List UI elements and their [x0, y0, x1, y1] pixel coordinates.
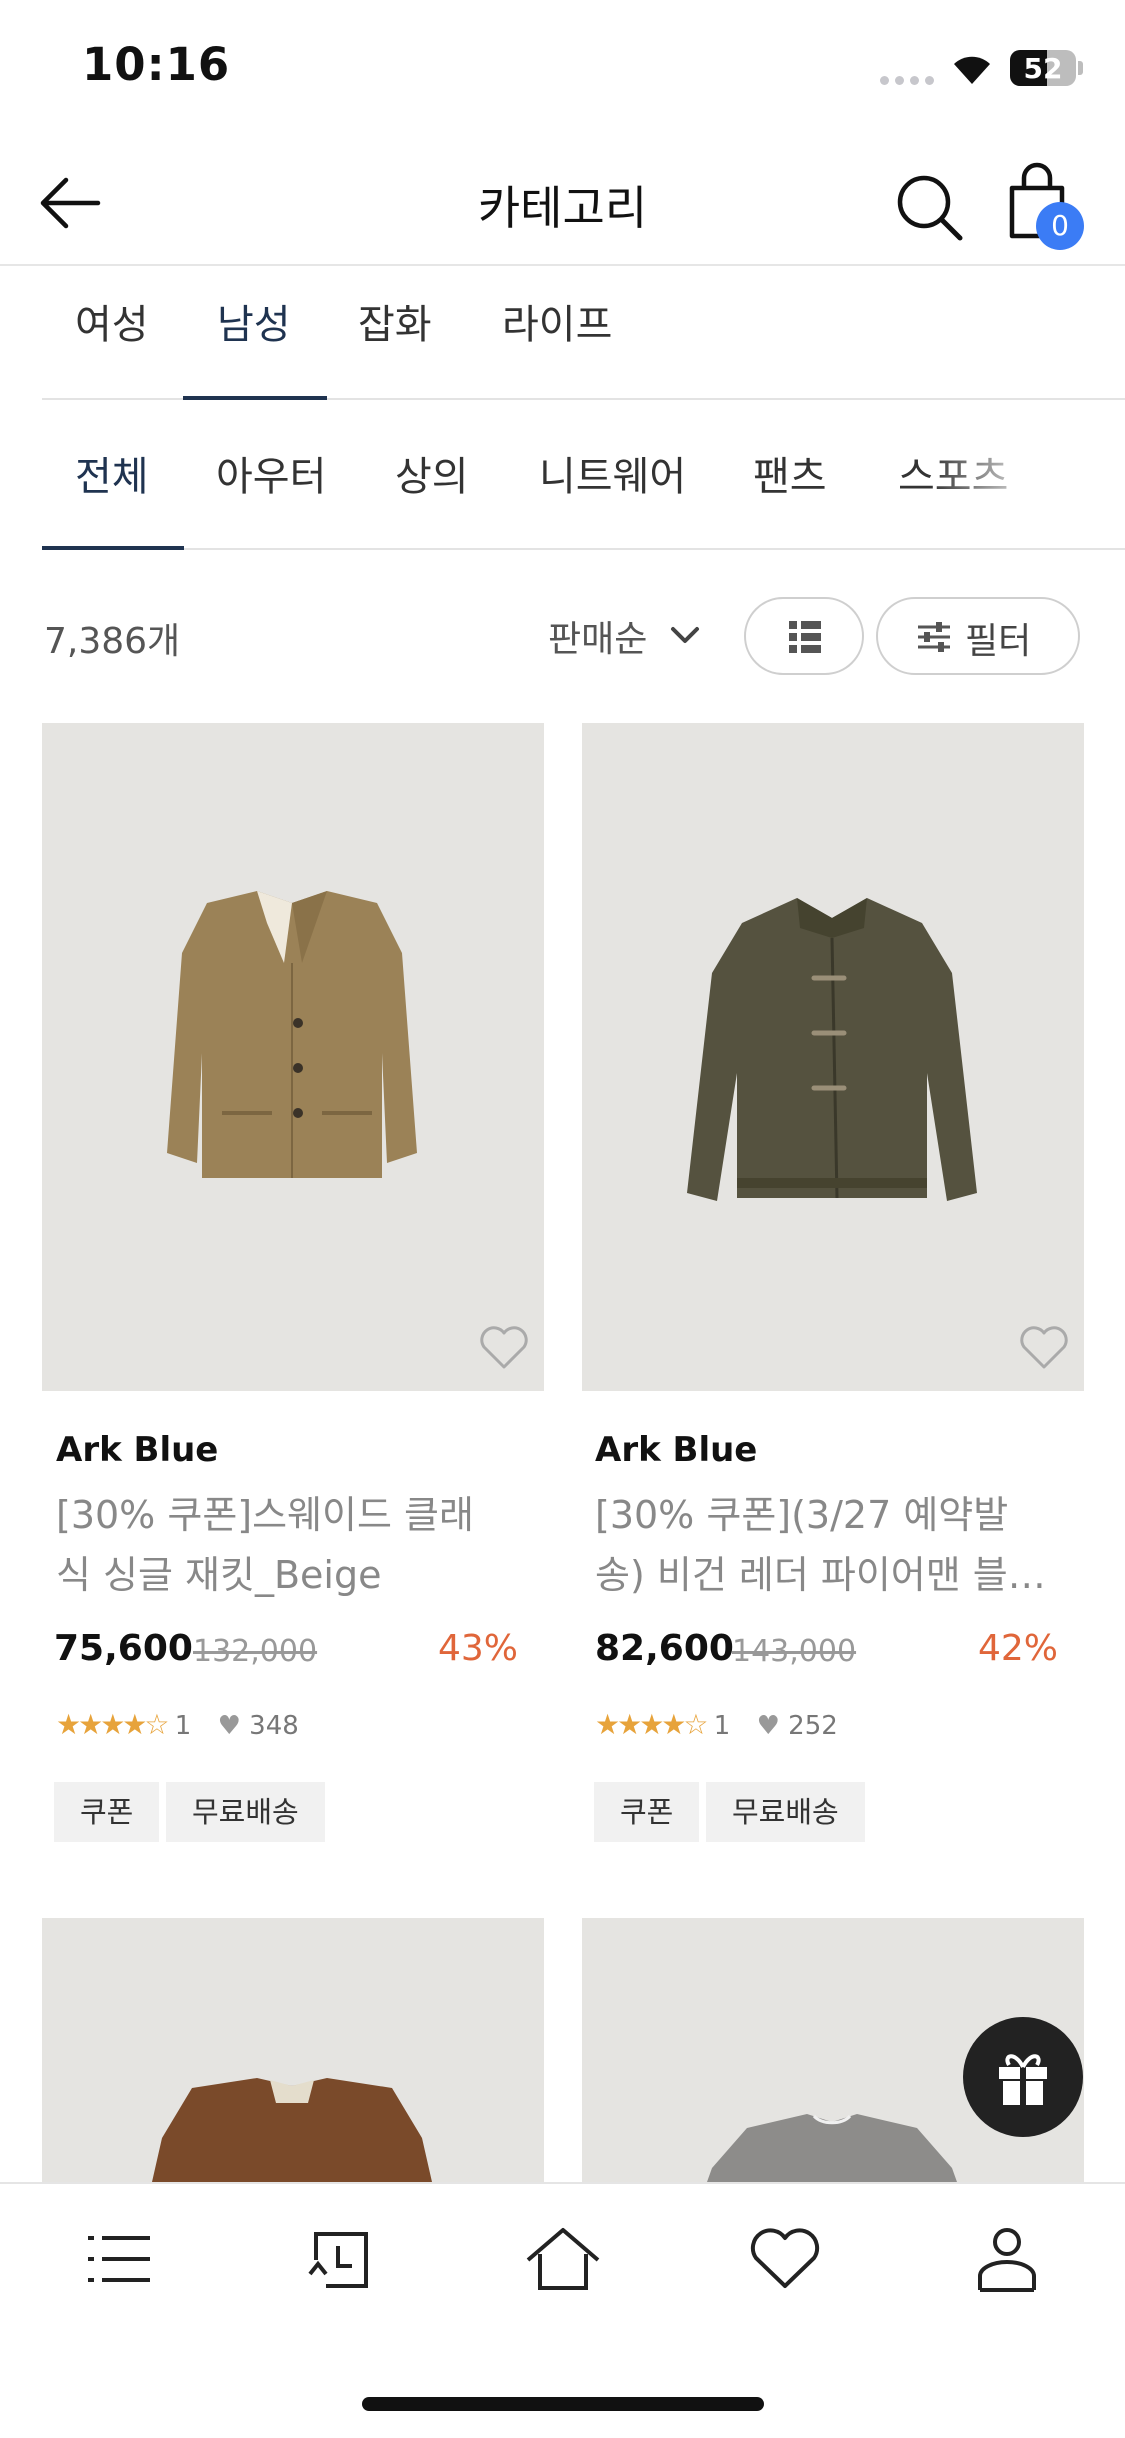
rating-row: ★★★★☆ 1 ♥ 252 [595, 1708, 838, 1741]
review-count: 1 [713, 1711, 731, 1741]
like-count: 348 [249, 1711, 299, 1741]
category-tabs-divider [42, 548, 1125, 550]
beige-suede-blazer-image [167, 891, 417, 1178]
product-count: 7,386개 [44, 621, 181, 662]
wifi-icon [948, 50, 996, 90]
chevron-down-icon [668, 623, 702, 651]
discount-rate: 43% [438, 1628, 519, 1669]
product-name-line: 송) 비건 레더 파이어맨 블… [595, 1553, 1046, 1597]
battery-icon: 52 [1010, 50, 1076, 86]
recent-icon[interactable] [296, 2224, 386, 2294]
menu-icon[interactable] [74, 2224, 164, 2294]
product-price: 75,600 [54, 1628, 193, 1669]
battery-cap [1078, 61, 1083, 75]
category-tab-pants[interactable]: 팬츠 [753, 444, 827, 502]
battery-level: 52 [1023, 52, 1063, 85]
star-rating: ★★★★☆ [56, 1708, 170, 1741]
product-brand: Ark Blue [56, 1430, 219, 1470]
product-name-line: [30% 쿠폰](3/27 예약발 [595, 1493, 1009, 1537]
coupon-tag: 쿠폰 [594, 1782, 700, 1842]
heart-icon[interactable] [740, 2224, 830, 2294]
gift-button[interactable] [963, 2017, 1083, 2137]
status-time: 10:16 [82, 38, 231, 91]
coupon-tag: 쿠폰 [54, 1782, 160, 1842]
product-image[interactable] [42, 723, 544, 1391]
category-tab-knitwear[interactable]: 니트웨어 [539, 444, 686, 502]
product-name-line: 식 싱글 재킷_Beige [56, 1553, 382, 1597]
search-button[interactable] [890, 168, 970, 244]
discount-rate: 42% [978, 1628, 1059, 1669]
category-scroll-fade [930, 430, 1125, 520]
search-icon [897, 175, 963, 241]
tab-women[interactable]: 여성 [75, 292, 149, 350]
product-image[interactable] [582, 723, 1084, 1391]
star-rating: ★★★★☆ [595, 1708, 709, 1741]
view-toggle-button[interactable] [744, 597, 864, 675]
free-shipping-tag: 무료배송 [706, 1782, 865, 1842]
product-name[interactable]: [30% 쿠폰]스웨이드 클래 식 싱글 재킷_Beige [56, 1485, 516, 1605]
review-count: 1 [174, 1711, 192, 1741]
cellular-signal-icon [880, 70, 940, 89]
profile-icon[interactable] [962, 2224, 1052, 2294]
header-divider [0, 264, 1125, 266]
wishlist-heart-icon[interactable] [1016, 1321, 1072, 1373]
product-image[interactable] [42, 1918, 544, 2182]
filter-label: 필터 [965, 621, 1032, 662]
tab-men[interactable]: 남성 [217, 292, 291, 350]
tab-accessories[interactable]: 잡화 [358, 292, 432, 350]
original-price: 143,000 [732, 1634, 857, 1669]
rating-row: ★★★★☆ 1 ♥ 348 [56, 1708, 299, 1741]
wishlist-heart-icon[interactable] [476, 1321, 532, 1373]
gift-icon [999, 2054, 1047, 2105]
free-shipping-tag: 무료배송 [166, 1782, 325, 1842]
brown-suede-jacket-image [152, 2078, 432, 2182]
home-icon[interactable] [518, 2224, 608, 2294]
gender-tab-indicator [183, 396, 327, 400]
category-tab-tops[interactable]: 상의 [395, 444, 469, 502]
like-count: 252 [788, 1711, 838, 1741]
category-tab-outer[interactable]: 아우터 [216, 444, 326, 502]
sliders-icon [918, 622, 950, 652]
home-indicator [362, 2397, 764, 2411]
cart-count-badge: 0 [1036, 202, 1084, 250]
category-tab-indicator [42, 546, 184, 550]
product-name-line: [30% 쿠폰]스웨이드 클래 [56, 1493, 474, 1537]
product-name[interactable]: [30% 쿠폰](3/27 예약발 송) 비건 레더 파이어맨 블… [595, 1485, 1055, 1605]
heart-small-icon: ♥ [756, 1711, 780, 1741]
product-brand: Ark Blue [595, 1430, 758, 1470]
list-view-icon [789, 621, 821, 653]
product-price: 82,600 [595, 1628, 734, 1669]
sort-dropdown[interactable]: 판매순 [548, 610, 647, 662]
olive-fireman-jacket-image [687, 898, 977, 1201]
tab-life[interactable]: 라이프 [502, 292, 612, 350]
original-price: 132,000 [193, 1634, 318, 1669]
heart-small-icon: ♥ [217, 1711, 241, 1741]
category-tab-all[interactable]: 전체 [75, 444, 149, 502]
